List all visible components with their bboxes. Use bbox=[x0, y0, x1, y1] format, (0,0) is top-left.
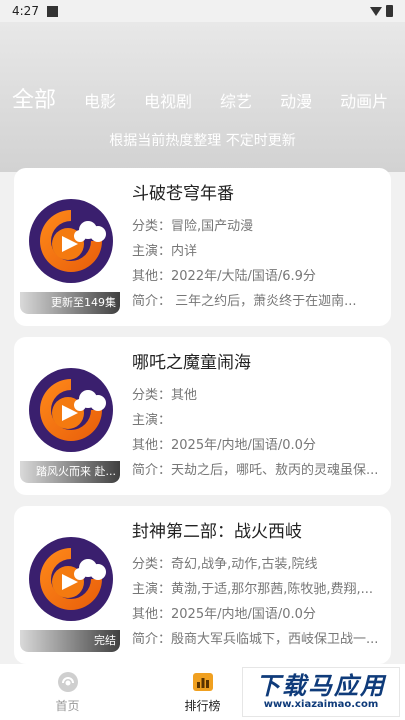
tab-cartoon[interactable]: 动画片 bbox=[340, 88, 388, 118]
episode-badge: 踏风火而来 赴... bbox=[20, 461, 120, 483]
tab-label: 电影 bbox=[84, 92, 117, 111]
battery-icon bbox=[386, 5, 393, 17]
item-intro: 简介： 三年之约后，萧炎终于在迦南... bbox=[132, 294, 357, 309]
item-other: 其他：2025年/内地/国语/0.0分 bbox=[132, 438, 316, 453]
status-bar: 4:27 bbox=[0, 0, 405, 22]
nav-home[interactable]: 首页 bbox=[0, 664, 135, 720]
poster[interactable]: 更新至149集 bbox=[20, 188, 120, 314]
page-subtitle: 根据当前热度整理 不定时更新 bbox=[109, 133, 296, 149]
tab-variety[interactable]: 综艺 bbox=[220, 88, 252, 118]
item-intro: 简介：天劫之后，哪吒、敖丙的灵魂虽保... bbox=[132, 463, 379, 478]
item-cast: 主演： bbox=[132, 413, 172, 428]
app-logo-icon bbox=[29, 368, 113, 452]
status-time: 4:27 bbox=[12, 4, 39, 18]
tab-label: 电视剧 bbox=[144, 92, 193, 111]
tab-label: 全部 bbox=[12, 88, 57, 113]
tab-all[interactable]: 全部 bbox=[12, 82, 56, 118]
item-category: 分类：其他 bbox=[132, 388, 198, 403]
tab-label: 综艺 bbox=[220, 92, 253, 111]
poster[interactable]: 踏风火而来 赴... bbox=[20, 357, 120, 483]
item-title[interactable]: 哪吒之魔童闹海 bbox=[132, 349, 384, 377]
episode-badge: 更新至149集 bbox=[20, 292, 120, 314]
tab-movie[interactable]: 电影 bbox=[84, 88, 116, 118]
poster[interactable]: 完结 bbox=[20, 526, 120, 652]
list-item[interactable]: 更新至149集 斗破苍穹年番 分类：冒险,国产动漫 主演：内详 其他：2022年… bbox=[14, 168, 391, 326]
episode-badge: 完结 bbox=[20, 630, 120, 652]
nav-label: 首页 bbox=[55, 698, 80, 713]
item-intro: 简介：殷商大军兵临城下，西岐保卫战一... bbox=[132, 632, 379, 647]
watermark-logo: 下载马应用 www.xiazaimao.com bbox=[242, 667, 400, 717]
tab-tv[interactable]: 电视剧 bbox=[144, 88, 192, 118]
watermark-text: 下载马应用 bbox=[256, 672, 386, 700]
nav-label: 排行榜 bbox=[184, 698, 221, 713]
item-cast: 主演：内详 bbox=[132, 244, 198, 259]
item-title[interactable]: 斗破苍穹年番 bbox=[132, 180, 384, 208]
wifi-icon bbox=[370, 6, 382, 16]
ranking-icon bbox=[192, 672, 213, 691]
item-other: 其他：2022年/大陆/国语/6.9分 bbox=[132, 269, 316, 284]
home-icon bbox=[57, 671, 78, 692]
notification-icon bbox=[46, 5, 58, 17]
category-tabs: 全部 电影 电视剧 综艺 动漫 动画片 bbox=[0, 78, 405, 118]
item-other: 其他：2025年/内地/国语/0.0分 bbox=[132, 607, 316, 622]
item-cast: 主演：黄渤,于适,那尔那茜,陈牧驰,费翔,... bbox=[132, 582, 374, 597]
tab-anime[interactable]: 动漫 bbox=[280, 88, 312, 118]
app-logo-icon bbox=[29, 199, 113, 283]
app-logo-icon bbox=[29, 537, 113, 621]
item-category: 分类：冒险,国产动漫 bbox=[132, 219, 254, 234]
tab-label: 动画片 bbox=[340, 92, 389, 111]
tab-label: 动漫 bbox=[280, 92, 313, 111]
watermark-url: www.xiazaimao.com bbox=[263, 699, 379, 710]
list-item[interactable]: 踏风火而来 赴... 哪吒之魔童闹海 分类：其他 主演： 其他：2025年/内地… bbox=[14, 337, 391, 495]
list-item[interactable]: 完结 封神第二部：战火西岐 分类：奇幻,战争,动作,古装,院线 主演：黄渤,于适… bbox=[14, 506, 391, 664]
item-title[interactable]: 封神第二部：战火西岐 bbox=[132, 518, 384, 546]
item-category: 分类：奇幻,战争,动作,古装,院线 bbox=[132, 557, 318, 572]
